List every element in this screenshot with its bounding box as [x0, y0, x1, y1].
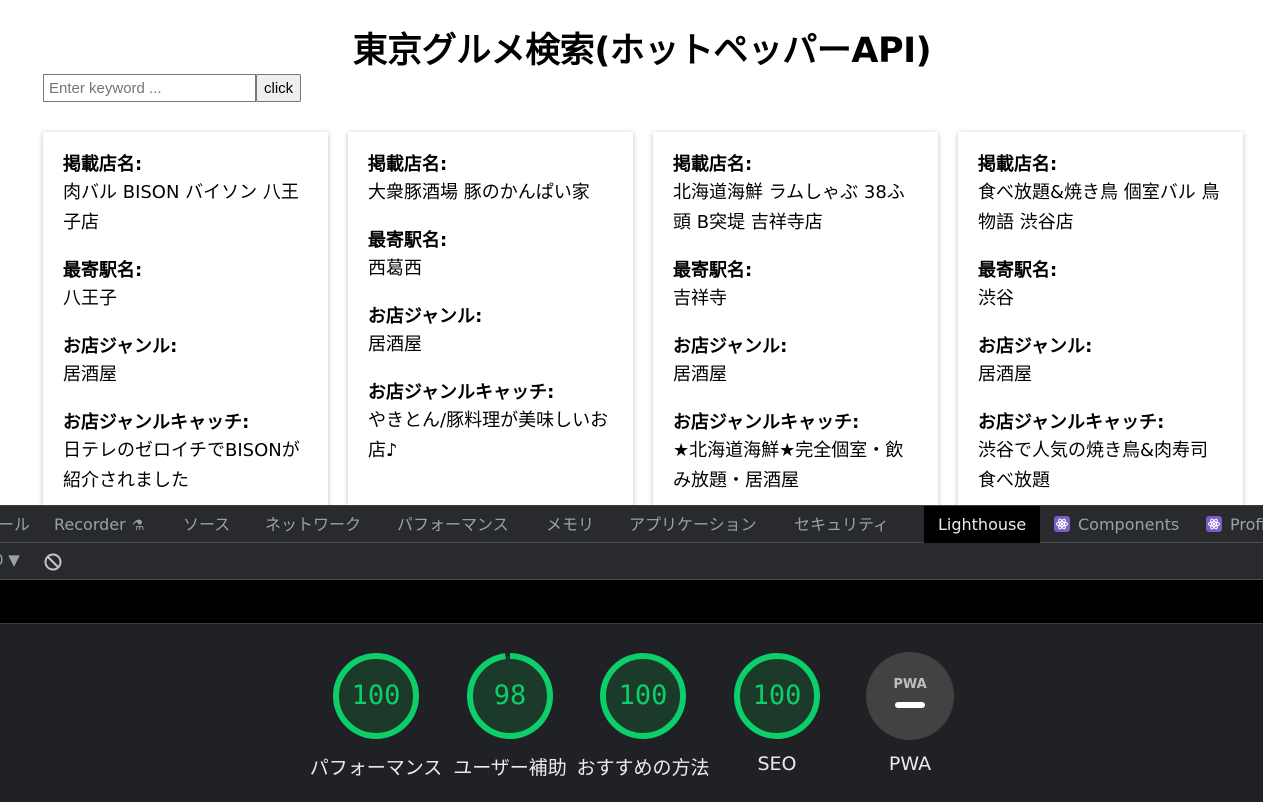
tab-label: セキュリティ: [794, 515, 890, 534]
lighthouse-scores: 100 パフォーマンス 98 ユーザー補助 100 おすすめの方法 100 SE…: [0, 625, 1263, 802]
tab-sources[interactable]: ソース: [183, 506, 230, 544]
station-name: 渋谷: [978, 288, 1014, 309]
shop-card: 掲載店名: 大衆豚酒場 豚のかんぱい家 最寄駅名: 西葛西 お店ジャンル: 居酒…: [348, 132, 633, 505]
shop-name-label: 掲載店名:: [673, 154, 753, 175]
station-label: 最寄駅名:: [673, 260, 753, 281]
tab-label: Recorder: [54, 515, 126, 534]
score-gauge-pwa[interactable]: PWA PWA: [830, 651, 990, 775]
search-form: click: [43, 74, 302, 102]
tab-recorder[interactable]: Recorder ⚗: [54, 506, 144, 544]
genre-label: お店ジャンル:: [673, 336, 788, 357]
shop-card: 掲載店名: 北海道海鮮 ラムしゃぶ 38ふ頭 B突堤 吉祥寺店 最寄駅名: 吉祥…: [653, 132, 938, 505]
shop-name: 肉バル BISON バイソン 八王子店: [63, 182, 299, 233]
genre-label: お店ジャンル:: [368, 306, 483, 327]
genre-label: お店ジャンル:: [63, 336, 178, 357]
svg-text:PWA: PWA: [893, 677, 926, 692]
tab-label: ネットワーク: [265, 515, 362, 534]
shop-name-label: 掲載店名:: [978, 154, 1058, 175]
report-selector[interactable]: 0 ▼: [0, 551, 20, 569]
clear-icon[interactable]: [44, 553, 62, 575]
shop-name-label: 掲載店名:: [63, 154, 143, 175]
tab-label: Profi: [1230, 515, 1263, 534]
genre-catch-label: お店ジャンルキャッチ:: [978, 412, 1165, 433]
genre-name: 居酒屋: [63, 364, 117, 385]
tab-application[interactable]: アプリケーション: [629, 506, 757, 544]
pwa-badge-icon: PWA: [866, 652, 954, 740]
genre-catch: 渋谷で人気の焼き鳥&肉寿司食べ放題: [978, 440, 1209, 491]
flask-icon: ⚗: [131, 518, 145, 534]
page-title: 東京グルメ検索(ホットペッパーAPI): [352, 31, 932, 71]
react-icon: [1206, 516, 1222, 532]
shop-name: 北海道海鮮 ラムしゃぶ 38ふ頭 B突堤 吉祥寺店: [673, 182, 905, 233]
shop-card: 掲載店名: 肉バル BISON バイソン 八王子店 最寄駅名: 八王子 お店ジャ…: [43, 132, 328, 505]
genre-catch: 日テレのゼロイチでBISONが紹介されました: [63, 440, 300, 491]
genre-catch-label: お店ジャンルキャッチ:: [368, 382, 555, 403]
devtools-tab-bar: ール Recorder ⚗ ソース ネットワーク パフォーマンス メモリ アプリケ…: [0, 505, 1263, 544]
search-input[interactable]: [43, 74, 256, 102]
tab-label: Components: [1078, 515, 1180, 534]
tab-network[interactable]: ネットワーク: [265, 506, 361, 544]
genre-name: 居酒屋: [368, 334, 422, 355]
station-name: 八王子: [63, 288, 117, 309]
station-label: 最寄駅名:: [63, 260, 143, 281]
tab-label: ソース: [183, 515, 231, 534]
react-icon: [1054, 516, 1070, 532]
url-bar: [0, 580, 1263, 624]
genre-name: 居酒屋: [673, 364, 727, 385]
shop-name: 大衆豚酒場 豚のかんぱい家: [368, 182, 590, 203]
web-page: 東京グルメ検索(ホットペッパーAPI) click 掲載店名: 肉バル BISO…: [0, 0, 1263, 505]
genre-label: お店ジャンル:: [978, 336, 1093, 357]
station-label: 最寄駅名:: [978, 260, 1058, 281]
tab-label: パフォーマンス: [397, 515, 509, 534]
genre-catch: やきとん/豚料理が美味しいお店♪: [368, 410, 609, 461]
tab-label: メモリ: [546, 515, 595, 534]
station-label: 最寄駅名:: [368, 230, 448, 251]
station-name: 吉祥寺: [673, 288, 727, 309]
tab-profiler[interactable]: Profi: [1206, 506, 1263, 544]
genre-name: 居酒屋: [978, 364, 1032, 385]
score-label: PWA: [888, 753, 932, 775]
lighthouse-toolbar: 0 ▼: [0, 543, 1263, 580]
tab-lighthouse[interactable]: Lighthouse: [924, 506, 1041, 544]
tab-components[interactable]: Components: [1054, 506, 1179, 544]
tab-console[interactable]: ール: [0, 506, 30, 544]
tab-memory[interactable]: メモリ: [546, 506, 594, 544]
shop-name: 食べ放題&焼き鳥 個室バル 鳥物語 渋谷店: [978, 182, 1220, 233]
tab-label: Lighthouse: [938, 515, 1027, 534]
genre-catch-label: お店ジャンルキャッチ:: [673, 412, 860, 433]
shop-name-label: 掲載店名:: [368, 154, 448, 175]
shop-card: 掲載店名: 食べ放題&焼き鳥 個室バル 鳥物語 渋谷店 最寄駅名: 渋谷 お店ジ…: [958, 132, 1243, 505]
search-button[interactable]: click: [256, 74, 302, 102]
tab-security[interactable]: セキュリティ: [794, 506, 889, 544]
genre-catch-label: お店ジャンルキャッチ:: [63, 412, 250, 433]
station-name: 西葛西: [368, 258, 422, 279]
tab-performance[interactable]: パフォーマンス: [397, 506, 509, 544]
devtools-panel: ール Recorder ⚗ ソース ネットワーク パフォーマンス メモリ アプリケ…: [0, 505, 1263, 802]
genre-catch: ★北海道海鮮★完全個室・飲み放題・居酒屋: [673, 440, 904, 491]
tab-label: ール: [0, 515, 31, 534]
tab-label: アプリケーション: [629, 515, 757, 534]
